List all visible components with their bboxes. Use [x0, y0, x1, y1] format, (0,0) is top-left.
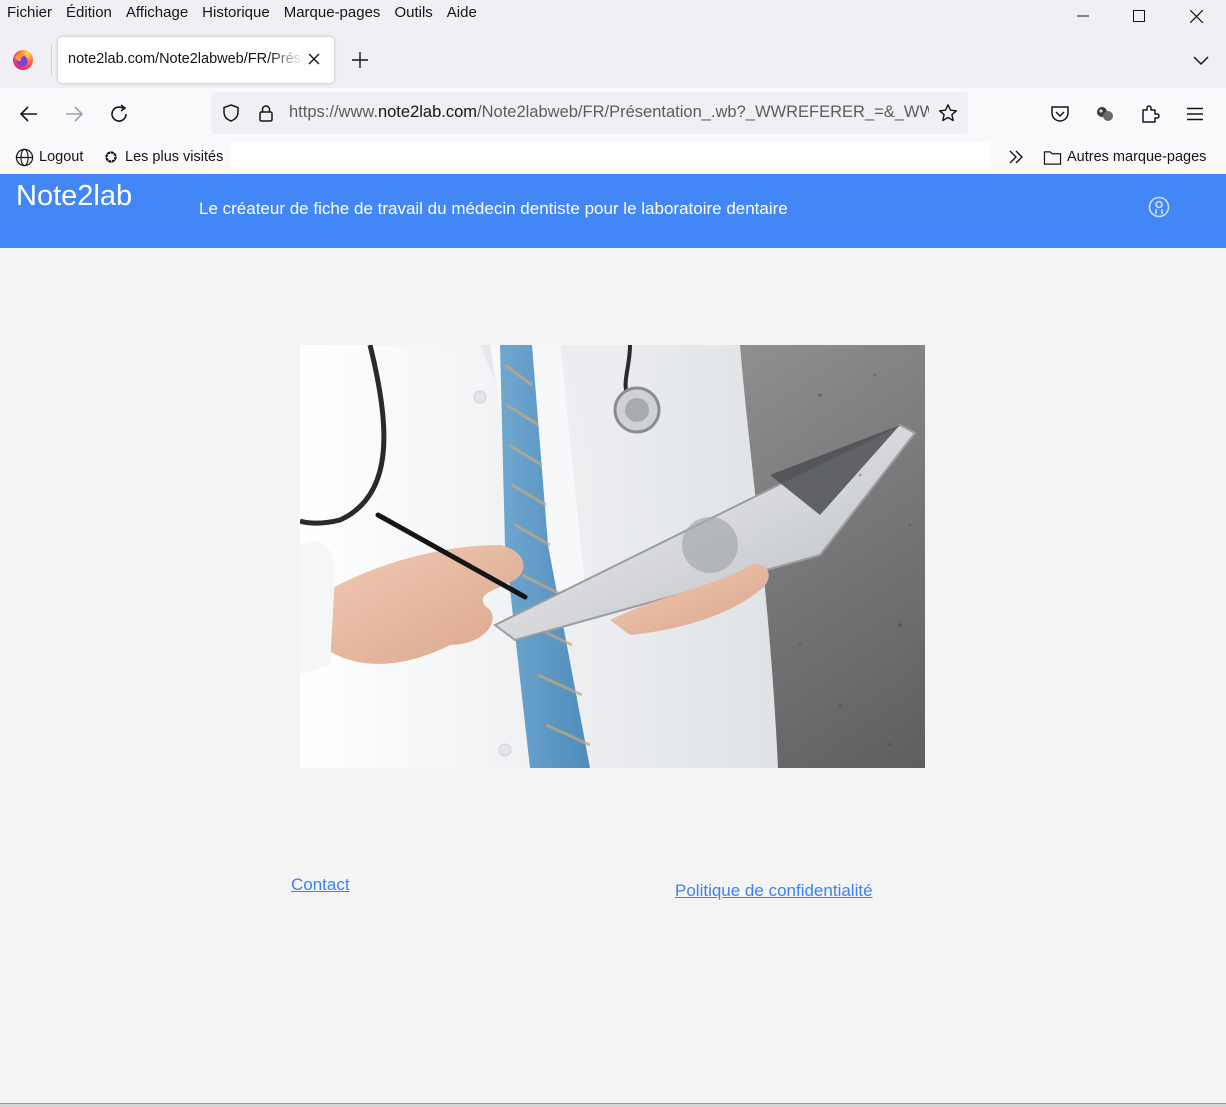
user-icon[interactable] [1148, 196, 1170, 218]
bookmarks-bar: Logout Les plus visités Autres marque-pa… [0, 140, 1226, 174]
folder-icon [1043, 150, 1062, 165]
window-bottom-border [0, 1103, 1226, 1107]
menu-aide[interactable]: Aide [440, 4, 484, 21]
chevron-down-icon[interactable] [1192, 51, 1210, 69]
new-tab-icon[interactable] [350, 50, 370, 70]
tab-title: note2lab.com/Note2labweb/FR/Présentation… [68, 51, 304, 67]
menu-marque-pages[interactable]: Marque-pages [277, 4, 388, 21]
bookmark-logout-label: Logout [39, 149, 84, 165]
shield-icon[interactable] [221, 103, 241, 123]
menu-outils[interactable]: Outils [387, 4, 439, 21]
back-arrow-icon[interactable] [17, 102, 41, 126]
url-host: note2lab.com [377, 103, 478, 121]
pocket-icon[interactable] [1048, 102, 1072, 126]
navigation-bar: https://www.note2lab.com/Note2labweb/FR/… [0, 88, 1226, 140]
site-logo[interactable]: Note2lab [16, 180, 132, 213]
reload-icon[interactable] [107, 102, 131, 126]
url-scheme: https://www. [289, 103, 378, 121]
bookmark-other-label: Autres marque-pages [1067, 149, 1207, 165]
site-header: Note2lab Le créateur de fiche de travail… [0, 174, 1226, 248]
extensions-icon[interactable] [1138, 102, 1162, 126]
menu-fichier[interactable]: Fichier [0, 4, 59, 21]
contact-link[interactable]: Contact [291, 875, 350, 895]
gear-icon [105, 151, 117, 163]
menu-affichage[interactable]: Affichage [119, 4, 195, 21]
tab-active[interactable]: note2lab.com/Note2labweb/FR/Présentation… [58, 37, 334, 83]
url-bar[interactable]: https://www.note2lab.com/Note2labweb/FR/… [211, 92, 968, 134]
site-tagline: Le créateur de fiche de travail du médec… [199, 199, 788, 218]
close-icon [1189, 9, 1203, 23]
hero-image-doctor-tablet [300, 345, 925, 768]
url-text[interactable]: https://www.note2lab.com/Note2labweb/FR/… [289, 103, 929, 122]
bookmark-most-visited[interactable]: Les plus visités [102, 146, 223, 168]
account-icon[interactable] [1093, 102, 1117, 126]
menu-edition[interactable]: Édition [59, 4, 119, 21]
lock-icon[interactable] [256, 103, 276, 123]
chevron-double-right-icon[interactable] [1007, 148, 1025, 166]
bookmarks-empty-area [231, 143, 991, 170]
bookmark-most-visited-label: Les plus visités [125, 149, 224, 165]
globe-icon [15, 148, 34, 166]
hamburger-menu-icon[interactable] [1183, 102, 1207, 126]
minimize-icon [1077, 15, 1089, 17]
menu-historique[interactable]: Historique [195, 4, 277, 21]
close-tab-icon[interactable] [306, 51, 322, 67]
privacy-policy-link[interactable]: Politique de confidentialité [675, 881, 873, 901]
bookmark-other[interactable]: Autres marque-pages [1043, 146, 1206, 168]
menu-bar: Fichier Édition Affichage Historique Mar… [0, 0, 1226, 24]
star-icon[interactable] [938, 103, 958, 123]
firefox-icon[interactable] [12, 49, 34, 71]
maximize-icon [1133, 10, 1145, 22]
bookmark-logout[interactable]: Logout [15, 146, 83, 168]
url-path: /Note2labweb/FR/Présentation_.wb?_WWREFE… [477, 103, 929, 121]
forward-arrow-icon[interactable] [62, 102, 86, 126]
tab-separator [51, 44, 52, 76]
tab-bar: note2lab.com/Note2labweb/FR/Présentation… [0, 24, 1226, 88]
